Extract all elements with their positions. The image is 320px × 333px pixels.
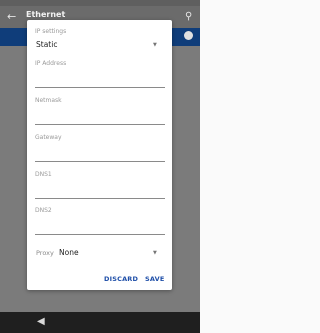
nav-back-icon[interactable]: ◀	[37, 316, 45, 327]
proxy-label: Proxy	[36, 249, 54, 257]
ip-settings-label: IP settings	[35, 28, 67, 35]
proxy-dropdown-caret-icon[interactable]: ▼	[153, 250, 157, 256]
discard-button[interactable]: DISCARD	[104, 275, 138, 283]
toggle-switch[interactable]	[184, 31, 193, 40]
gateway-label: Gateway	[35, 134, 62, 141]
ip-address-field-underline[interactable]	[35, 87, 165, 88]
netmask-field-underline[interactable]	[35, 124, 165, 125]
dns1-field-underline[interactable]	[35, 198, 165, 199]
ip-settings-select[interactable]: Static	[36, 40, 57, 49]
dns2-label: DNS2	[35, 207, 52, 214]
dns2-field-underline[interactable]	[35, 234, 165, 235]
save-button[interactable]: SAVE	[145, 275, 165, 283]
arrow-back-icon[interactable]: ←	[7, 11, 16, 23]
ip-settings-dialog: IP settings Static ▼ IP Address Netmask …	[27, 20, 172, 290]
dropdown-caret-icon[interactable]: ▼	[153, 42, 157, 48]
dns1-label: DNS1	[35, 171, 52, 178]
ip-address-label: IP Address	[35, 60, 67, 67]
gateway-field-underline[interactable]	[35, 161, 165, 162]
netmask-label: Netmask	[35, 97, 62, 104]
search-icon[interactable]: ⚲	[185, 11, 192, 23]
navigation-bar: ◀	[0, 312, 200, 333]
proxy-select[interactable]: None	[59, 248, 79, 257]
app-title: Ethernet	[26, 10, 66, 19]
